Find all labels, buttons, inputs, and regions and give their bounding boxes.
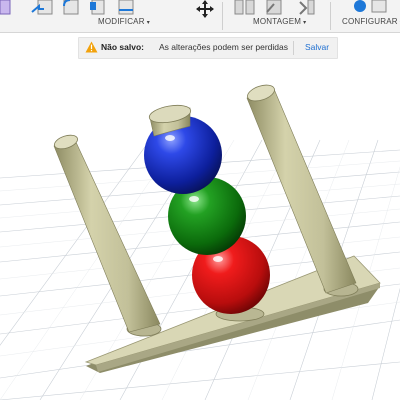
chevron-down-icon: ▾ [303,20,307,26]
assembly-menu[interactable]: MONTAGEM ▾ [253,17,306,26]
unsaved-notification: Não salvo: As alterações podem ser perdi… [78,37,338,59]
motion-link-icon[interactable] [296,0,318,16]
fillet-icon[interactable] [60,0,82,16]
sketch-icon[interactable] [0,0,14,16]
separator [222,2,223,30]
unsaved-message: As alterações podem ser perdidas [159,42,288,52]
move-icon[interactable] [194,0,216,18]
warning-icon [85,41,98,53]
shell-icon[interactable] [88,0,110,16]
joint-icon[interactable] [234,0,256,16]
press-pull-icon[interactable] [30,0,56,16]
setup-menu-label: CONFIGURAR [342,17,398,26]
design-toolbar: MODIFICAR▾ MONTAGEM▾ CONFIGURAR▾ [0,0,400,33]
assembly-menu-label: MONTAGEM [253,17,302,26]
modify-menu-label: MODIFICAR [98,17,145,26]
separator [330,2,331,30]
setup-menu[interactable]: CONFIGURAR▾ [342,17,400,26]
chevron-down-icon: ▾ [146,20,150,26]
as-built-joint-icon[interactable] [264,0,286,16]
modify-menu[interactable]: MODIFICAR ▾ [98,17,150,26]
save-link[interactable]: Salvar [305,42,329,52]
separator [293,41,294,55]
parameters-icon[interactable] [352,0,392,16]
3d-viewport[interactable] [0,60,400,400]
combine-icon[interactable] [116,0,138,16]
unsaved-status: Não salvo: [101,42,144,52]
left-post[interactable] [53,133,162,337]
